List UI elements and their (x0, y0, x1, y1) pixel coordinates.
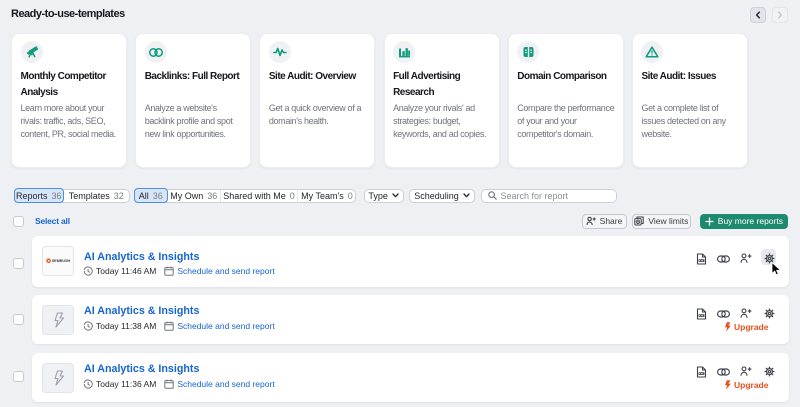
svg-text:SEMRUSH: SEMRUSH (51, 258, 70, 263)
